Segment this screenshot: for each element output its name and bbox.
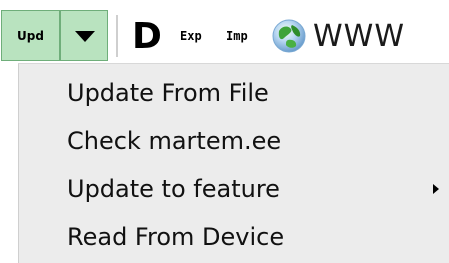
d-button-label: D <box>132 15 162 57</box>
toolbar-separator <box>116 15 118 57</box>
triangle-down-icon <box>75 31 95 42</box>
menu-item-label: Read From Device <box>67 223 285 251</box>
import-button[interactable]: Imp <box>226 23 248 49</box>
globe-icon[interactable] <box>270 17 308 55</box>
d-button[interactable]: D <box>129 12 165 60</box>
update-button-label: Upd <box>17 28 44 43</box>
menu-item-label: Check martem.ee <box>67 127 282 155</box>
import-button-label: Imp <box>226 29 248 43</box>
export-button-label: Exp <box>180 29 202 43</box>
www-button[interactable]: WWW <box>313 14 405 58</box>
menu-item-check-martem[interactable]: Check martem.ee <box>19 118 449 164</box>
menu-item-update-to-feature[interactable]: Update to feature <box>19 166 449 212</box>
www-button-label: WWW <box>313 18 405 54</box>
toolbar: Upd D Exp Imp WWW <box>0 0 449 72</box>
menu-item-read-from-device[interactable]: Read From Device <box>19 214 449 260</box>
menu-item-label: Update From File <box>67 79 269 107</box>
update-dropdown-toggle[interactable] <box>60 10 108 61</box>
chevron-right-icon <box>433 184 439 194</box>
export-button[interactable]: Exp <box>180 23 202 49</box>
update-dropdown-menu: Update From File Check martem.ee Update … <box>18 63 449 263</box>
menu-item-update-from-file[interactable]: Update From File <box>19 70 449 116</box>
update-button[interactable]: Upd <box>1 10 60 61</box>
menu-item-label: Update to feature <box>67 175 280 203</box>
